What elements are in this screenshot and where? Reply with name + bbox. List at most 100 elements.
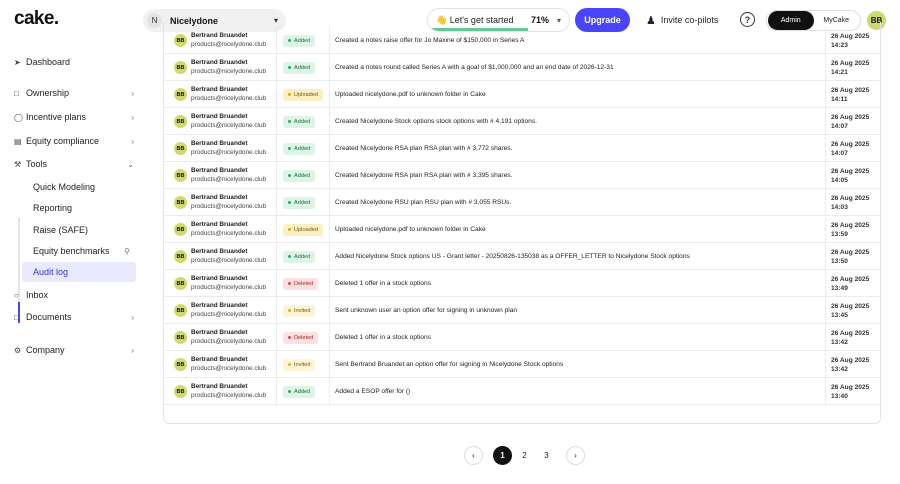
- action-badge: Invited: [283, 304, 316, 317]
- user-email: products@nicelydone.club: [191, 148, 267, 156]
- sidebar-item-dashboard[interactable]: ➤ Dashboard: [10, 53, 136, 71]
- page-3-button[interactable]: 3: [537, 446, 556, 465]
- event-date: 26 Aug 2025: [831, 59, 870, 67]
- date-cell: 26 Aug 2025 13:42: [826, 351, 880, 378]
- user-email: products@nicelydone.club: [191, 364, 267, 372]
- status-dot: [288, 147, 291, 150]
- cake-logo[interactable]: cake.: [14, 8, 59, 30]
- user-avatar: BB: [174, 169, 187, 182]
- ribbon-icon: ◯: [14, 112, 23, 122]
- table-row[interactable]: BB Bertrand Bruandet products@nicelydone.c…: [164, 324, 880, 351]
- lock-icon: ⚲: [124, 246, 130, 256]
- status-dot: [288, 201, 291, 204]
- user-email: products@nicelydone.club: [191, 283, 267, 291]
- user-avatar: BB: [174, 88, 187, 101]
- table-row[interactable]: BB Bertrand Bruandet products@nicelydone.c…: [164, 54, 880, 81]
- user-cell: BB Bertrand Bruandet products@nicelydone.c…: [164, 351, 277, 378]
- user-cell: BB Bertrand Bruandet products@nicelydone.c…: [164, 162, 277, 189]
- status-dot: [288, 228, 291, 231]
- user-name: Bertrand Bruandet: [191, 194, 248, 201]
- sidebar-item-ownership[interactable]: □ Ownership ›: [10, 84, 136, 102]
- document-icon: ▤: [14, 136, 22, 146]
- action-label: Added: [294, 388, 311, 395]
- table-row[interactable]: BB Bertrand Bruandet products@nicelydone.c…: [164, 189, 880, 216]
- user-name: Bertrand Bruandet: [191, 113, 248, 120]
- event-time: 14:21: [831, 68, 848, 76]
- table-row[interactable]: BB Bertrand Bruandet products@nicelydone.c…: [164, 27, 880, 54]
- user-cell: BB Bertrand Bruandet products@nicelydone.c…: [164, 378, 277, 405]
- event-date: 26 Aug 2025: [831, 86, 870, 94]
- sidebar-subitem-quick-modeling[interactable]: Quick Modeling: [22, 177, 136, 197]
- sidebar-item-inbox[interactable]: ○ Inbox: [10, 286, 136, 304]
- sidebar-item-tools[interactable]: ⚒ Tools ⌄: [10, 155, 136, 173]
- sidebar-subitem-raise-safe[interactable]: Raise (SAFE): [22, 220, 136, 240]
- action-cell: Added: [277, 189, 330, 216]
- description-cell: Uploaded nicelydone.pdf to unknown folde…: [330, 81, 826, 108]
- user-email: products@nicelydone.club: [191, 256, 267, 264]
- sidebar-item-company[interactable]: ⚙ Company ›: [10, 341, 136, 359]
- description-cell: Sent Bertrand Bruandet an option offer f…: [330, 351, 826, 378]
- action-label: Deleted: [294, 334, 314, 341]
- table-row[interactable]: BB Bertrand Bruandet products@nicelydone.c…: [164, 108, 880, 135]
- event-date: 26 Aug 2025: [831, 248, 870, 256]
- table-row[interactable]: BB Bertrand Bruandet products@nicelydone.c…: [164, 243, 880, 270]
- action-cell: Added: [277, 243, 330, 270]
- sidebar-item-incentive-plans[interactable]: ◯ Incentive plans ›: [10, 108, 136, 126]
- sidebar-item-documents[interactable]: □ Documents ›: [10, 308, 136, 326]
- event-time: 13:50: [831, 257, 848, 265]
- user-avatar: BB: [174, 223, 187, 236]
- user-info: Bertrand Bruandet products@nicelydone.clu…: [191, 383, 266, 400]
- action-badge: Uploaded: [283, 88, 323, 101]
- table-row[interactable]: BB Bertrand Bruandet products@nicelydone.c…: [164, 81, 880, 108]
- description-cell: Sent unknown user an option offer for si…: [330, 297, 826, 324]
- user-cell: BB Bertrand Bruandet products@nicelydone.c…: [164, 216, 277, 243]
- action-cell: Added: [277, 162, 330, 189]
- action-badge: Added: [283, 34, 316, 47]
- table-row[interactable]: BB Bertrand Bruandet products@nicelydone.c…: [164, 351, 880, 378]
- user-name: Bertrand Bruandet: [191, 221, 248, 228]
- event-time: 14:07: [831, 122, 848, 130]
- user-name: Bertrand Bruandet: [191, 248, 248, 255]
- user-avatar: BB: [174, 196, 187, 209]
- table-row[interactable]: BB Bertrand Bruandet products@nicelydone.c…: [164, 162, 880, 189]
- user-name: Bertrand Bruandet: [191, 356, 248, 363]
- action-cell: Added: [277, 108, 330, 135]
- page-2-button[interactable]: 2: [515, 446, 534, 465]
- status-dot: [288, 309, 291, 312]
- event-date: 26 Aug 2025: [831, 329, 870, 337]
- table-row[interactable]: BB Bertrand Bruandet products@nicelydone.c…: [164, 270, 880, 297]
- sidebar-subitem-reporting[interactable]: Reporting: [22, 198, 136, 218]
- event-time: 13:42: [831, 338, 848, 346]
- table-row[interactable]: BB Bertrand Bruandet products@nicelydone.c…: [164, 135, 880, 162]
- sidebar-subitem-audit-log[interactable]: Audit log: [22, 262, 136, 282]
- status-dot: [288, 255, 291, 258]
- action-badge: Added: [283, 142, 316, 155]
- next-page-button[interactable]: ›: [566, 446, 585, 465]
- table-row[interactable]: BB Bertrand Bruandet products@nicelydone.c…: [164, 297, 880, 324]
- action-label: Added: [294, 37, 311, 44]
- user-info: Bertrand Bruandet products@nicelydone.clu…: [191, 221, 266, 238]
- status-dot: [288, 120, 291, 123]
- audit-log-table: BB Bertrand Bruandet products@nicelydone.c…: [163, 22, 881, 424]
- prev-page-button[interactable]: ‹: [464, 446, 483, 465]
- user-name: Bertrand Bruandet: [191, 302, 248, 309]
- action-cell: Invited: [277, 297, 330, 324]
- date-cell: 26 Aug 2025 13:59: [826, 216, 880, 243]
- description-cell: Created a notes round called Series A wi…: [330, 54, 826, 81]
- date-cell: 26 Aug 2025 13:49: [826, 270, 880, 297]
- user-info: Bertrand Bruandet products@nicelydone.clu…: [191, 86, 266, 103]
- action-label: Added: [294, 64, 311, 71]
- table-row[interactable]: BB Bertrand Bruandet products@nicelydone.c…: [164, 378, 880, 405]
- page-1-button[interactable]: 1: [493, 446, 512, 465]
- sidebar-subitem-equity-benchmarks[interactable]: Equity benchmarks ⚲: [22, 241, 136, 261]
- action-badge: Added: [283, 169, 316, 182]
- user-email: products@nicelydone.club: [191, 391, 267, 399]
- user-cell: BB Bertrand Bruandet products@nicelydone.c…: [164, 324, 277, 351]
- action-cell: Added: [277, 27, 330, 54]
- action-cell: Deleted: [277, 324, 330, 351]
- user-info: Bertrand Bruandet products@nicelydone.clu…: [191, 59, 266, 76]
- action-label: Uploaded: [294, 91, 318, 98]
- sidebar-item-equity-compliance[interactable]: ▤ Equity compliance ›: [10, 132, 136, 150]
- table-row[interactable]: BB Bertrand Bruandet products@nicelydone.c…: [164, 216, 880, 243]
- box-icon: □: [14, 88, 19, 98]
